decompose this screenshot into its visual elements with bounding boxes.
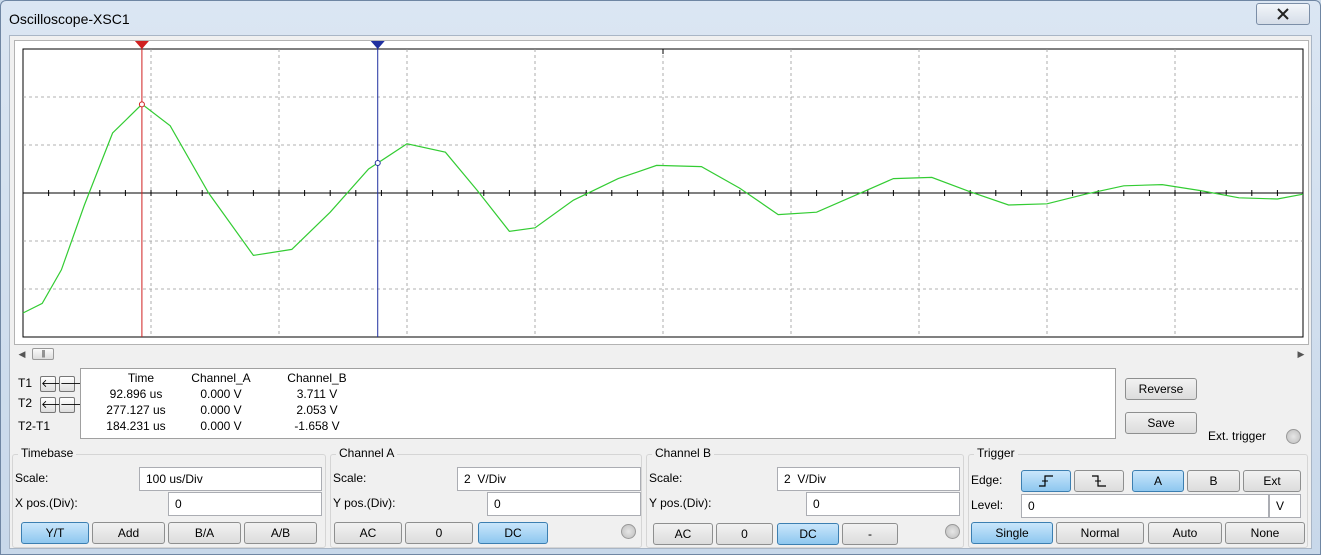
header-channel-a: Channel_A <box>191 371 251 385</box>
channel-b-scale-field[interactable]: 2 V/Div <box>777 467 960 491</box>
t2-t1-time: 184.231 us <box>106 419 166 433</box>
trigger-source-b-button[interactable]: B <box>1187 470 1240 492</box>
trigger-level-unit: V <box>1269 494 1301 518</box>
channel-b-zero-button[interactable]: 0 <box>716 523 773 545</box>
t2-t1-channel-a: 0.000 V <box>200 419 242 433</box>
mode-add-button[interactable]: Add <box>92 522 165 544</box>
scroll-right-icon[interactable]: ▶ <box>1295 348 1307 360</box>
close-button[interactable] <box>1256 3 1310 25</box>
trigger-edge-label: Edge: <box>971 473 1003 487</box>
save-button[interactable]: Save <box>1125 412 1197 434</box>
channel-b-ac-button[interactable]: AC <box>653 523 713 545</box>
horizontal-scrollbar[interactable]: ◀ ||| ▶ <box>14 346 1309 363</box>
trigger-group: Trigger Edge: A B Ext Level: 0 V Single <box>968 446 1308 548</box>
scope-display <box>22 41 1304 338</box>
cursor-t1-marker <box>138 101 145 108</box>
cursor-controls: T1 🡐 🡒 T2 🡐 🡒 T2-T1 <box>14 368 90 438</box>
channel-b-group: Channel B Scale: 2 V/Div Y pos.(Div): 0 … <box>646 446 964 548</box>
channel-b-minus-button[interactable]: - <box>842 523 898 545</box>
t2-time: 277.127 us <box>106 403 166 417</box>
t2-t1-label: T2-T1 <box>18 419 51 433</box>
channel-a-scale-label: Scale: <box>333 471 367 485</box>
channel-b-ypos-label: Y pos.(Div): <box>649 496 712 510</box>
t1-left-arrow-icon[interactable]: 🡐 <box>40 376 71 392</box>
t2-label: T2 <box>18 396 33 410</box>
timebase-title: Timebase <box>18 446 77 460</box>
scroll-left-icon[interactable]: ◀ <box>16 348 28 360</box>
t1-label: T1 <box>18 376 33 390</box>
trigger-source-a-button[interactable]: A <box>1132 470 1184 492</box>
scroll-thumb[interactable]: ||| <box>32 348 54 360</box>
readout-table: Time Channel_A Channel_B 92.896 us 0.000… <box>80 368 1116 439</box>
scope-screen[interactable] <box>14 40 1309 345</box>
title-bar: Oscilloscope-XSC1 <box>1 1 1320 35</box>
channel-b-ypos-field[interactable]: 0 <box>806 492 960 516</box>
mode-yt-button[interactable]: Y/T <box>21 522 89 544</box>
trigger-single-button[interactable]: Single <box>971 522 1053 544</box>
oscilloscope-window: Oscilloscope-XSC1 ◀ ||| ▶ T1 🡐 🡒 T2 🡐 🡒 … <box>0 0 1321 555</box>
channel-a-zero-button[interactable]: 0 <box>405 522 473 544</box>
channel-a-ypos-label: Y pos.(Div): <box>333 496 396 510</box>
header-channel-b: Channel_B <box>287 371 347 385</box>
close-icon <box>1277 8 1289 20</box>
channel-a-dc-button[interactable]: DC <box>478 522 548 544</box>
ext-trigger-terminal[interactable] <box>1286 429 1301 444</box>
trigger-source-ext-button[interactable]: Ext <box>1243 470 1301 492</box>
t1-right-arrow-icon[interactable]: 🡒 <box>59 376 90 392</box>
channel-a-ac-button[interactable]: AC <box>334 522 402 544</box>
client-area: ◀ ||| ▶ T1 🡐 🡒 T2 🡐 🡒 T2-T1 Time Channel… <box>9 35 1312 549</box>
cursor-t1-handle-icon <box>134 41 149 49</box>
timebase-xpos-label: X pos.(Div): <box>15 496 78 510</box>
t2-right-arrow-icon[interactable]: 🡒 <box>59 397 90 413</box>
timebase-xpos-field[interactable]: 0 <box>168 492 322 516</box>
t2-t1-channel-b: -1.658 V <box>294 419 340 433</box>
falling-edge-button[interactable] <box>1074 470 1124 492</box>
cursor-t2-handle-icon <box>370 41 385 49</box>
mode-ab-button[interactable]: A/B <box>244 522 317 544</box>
t2-channel-a: 0.000 V <box>200 403 242 417</box>
trigger-auto-button[interactable]: Auto <box>1148 522 1222 544</box>
timebase-scale-label: Scale: <box>15 471 49 485</box>
ext-trigger-label: Ext. trigger <box>1208 429 1267 443</box>
rising-edge-button[interactable] <box>1021 470 1071 492</box>
cursor-t2-marker <box>374 160 381 167</box>
channel-a-ypos-field[interactable]: 0 <box>487 492 641 516</box>
channel-a-scale-field[interactable]: 2 V/Div <box>457 467 641 491</box>
trigger-none-button[interactable]: None <box>1225 522 1305 544</box>
falling-edge-icon <box>1092 475 1106 487</box>
t2-channel-b: 2.053 V <box>296 403 338 417</box>
channel-a-title: Channel A <box>336 446 398 460</box>
channel-b-scale-label: Scale: <box>649 471 683 485</box>
header-time: Time <box>127 371 155 385</box>
t1-channel-a: 0.000 V <box>200 387 242 401</box>
window-title: Oscilloscope-XSC1 <box>9 11 130 27</box>
trigger-normal-button[interactable]: Normal <box>1056 522 1144 544</box>
channel-b-dc-button[interactable]: DC <box>777 523 839 545</box>
channel-a-terminal[interactable] <box>621 524 636 539</box>
timebase-group: Timebase Scale: 100 us/Div X pos.(Div): … <box>12 446 326 548</box>
t1-time: 92.896 us <box>109 387 163 401</box>
mode-ba-button[interactable]: B/A <box>168 522 241 544</box>
timebase-scale-field[interactable]: 100 us/Div <box>139 467 322 491</box>
trigger-level-label: Level: <box>971 498 1004 512</box>
channel-a-group: Channel A Scale: 2 V/Div Y pos.(Div): 0 … <box>330 446 642 548</box>
t2-left-arrow-icon[interactable]: 🡐 <box>40 397 71 413</box>
channel-b-terminal[interactable] <box>945 524 960 539</box>
rising-edge-icon <box>1039 475 1053 487</box>
trigger-level-field[interactable]: 0 <box>1021 494 1269 518</box>
reverse-button[interactable]: Reverse <box>1125 378 1197 400</box>
trigger-title: Trigger <box>974 446 1018 460</box>
t1-channel-b: 3.711 V <box>296 387 338 401</box>
channel-b-title: Channel B <box>652 446 715 460</box>
